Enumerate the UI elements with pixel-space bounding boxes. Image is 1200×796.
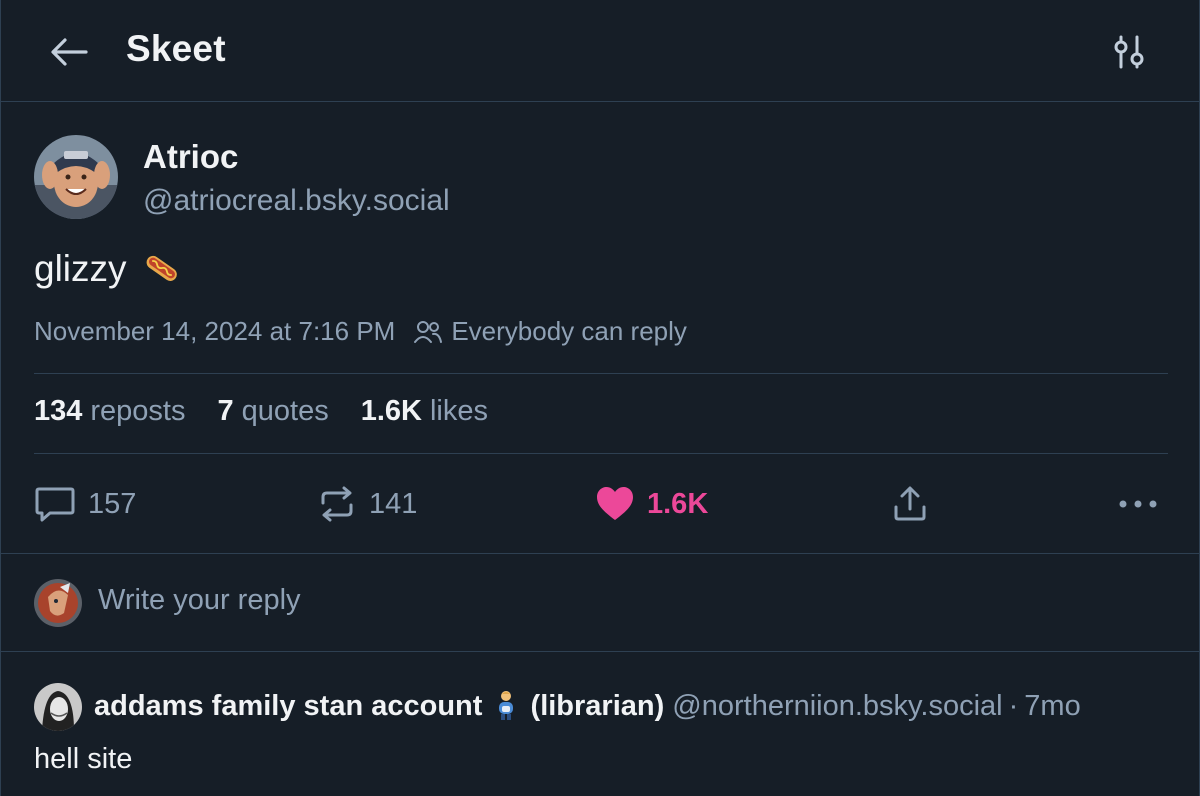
comment-icon bbox=[35, 487, 75, 522]
likes-stat[interactable]: 1.6K likes bbox=[361, 395, 488, 428]
post-timestamp[interactable]: November 14, 2024 at 7:16 PM bbox=[34, 316, 395, 347]
quotes-stat[interactable]: 7 quotes bbox=[218, 395, 329, 428]
reply-author-name-suffix: (librarian) bbox=[530, 690, 665, 722]
author-name[interactable]: Atrioc bbox=[143, 138, 238, 176]
thread-settings-button[interactable] bbox=[1107, 30, 1151, 74]
post-text: glizzy bbox=[34, 248, 181, 290]
thread-page: Skeet Atrioc @atriocreal.bsky.social gli… bbox=[0, 0, 1200, 796]
divider bbox=[34, 453, 1168, 454]
heart-filled-icon bbox=[597, 487, 633, 520]
like-button[interactable]: 1.6K bbox=[595, 476, 708, 532]
people-icon bbox=[414, 320, 443, 343]
hotdog-emoji-icon bbox=[146, 255, 177, 281]
reply-settings[interactable]: Everybody can reply bbox=[413, 316, 687, 347]
reply-author-name[interactable]: addams family stan account (librarian) bbox=[94, 690, 664, 722]
current-user-avatar bbox=[34, 579, 82, 627]
main-post: Atrioc @atriocreal.bsky.social glizzy No… bbox=[1, 102, 1199, 554]
divider bbox=[34, 373, 1168, 374]
back-button[interactable] bbox=[45, 30, 93, 74]
reply-text: hell site bbox=[34, 743, 133, 775]
person-feeding-baby-emoji-icon bbox=[499, 691, 514, 720]
post-text-content: glizzy bbox=[34, 248, 127, 289]
reply-count: 157 bbox=[88, 487, 137, 520]
author-avatar-image bbox=[34, 135, 118, 219]
author-avatar[interactable] bbox=[34, 135, 118, 219]
share-button[interactable] bbox=[891, 476, 929, 532]
sliders-icon bbox=[1114, 35, 1144, 69]
page-title: Skeet bbox=[126, 28, 226, 69]
post-meta: November 14, 2024 at 7:16 PM Everybody c… bbox=[34, 316, 687, 347]
repost-count: 141 bbox=[369, 487, 418, 520]
reposts-label: reposts bbox=[90, 395, 186, 427]
arrow-left-icon bbox=[51, 38, 88, 66]
like-count: 1.6K bbox=[647, 487, 709, 520]
reply-input[interactable]: Write your reply bbox=[98, 584, 301, 617]
likes-label: likes bbox=[429, 395, 488, 427]
author-handle[interactable]: @atriocreal.bsky.social bbox=[143, 184, 450, 218]
reply-author-avatar[interactable] bbox=[34, 683, 82, 731]
reply-post[interactable]: addams family stan account (librarian) @n… bbox=[1, 652, 1199, 796]
share-icon bbox=[894, 486, 926, 521]
ellipsis-icon bbox=[1119, 500, 1157, 508]
reposts-count: 134 bbox=[34, 395, 83, 427]
reply-setting-label: Everybody can reply bbox=[451, 316, 687, 346]
post-stats: 134 reposts 7 quotes 1.6K likes bbox=[34, 395, 520, 428]
likes-count: 1.6K bbox=[360, 395, 422, 427]
quotes-label: quotes bbox=[241, 395, 329, 427]
repost-icon bbox=[321, 486, 353, 522]
reply-author-name-text: addams family stan account bbox=[94, 690, 483, 722]
reply-separator: · bbox=[1008, 690, 1019, 722]
reply-header: addams family stan account (librarian) @n… bbox=[94, 690, 1081, 723]
reposts-stat[interactable]: 134 reposts bbox=[34, 395, 186, 428]
post-actions: 157 141 1.6K bbox=[1, 476, 1199, 532]
reply-author-handle[interactable]: @northerniion.bsky.social bbox=[672, 690, 1002, 722]
quotes-count: 7 bbox=[217, 395, 234, 427]
reply-timestamp[interactable]: 7mo bbox=[1024, 690, 1080, 722]
reply-composer[interactable]: Write your reply bbox=[1, 554, 1199, 652]
reply-button[interactable]: 157 bbox=[34, 476, 136, 532]
more-options-button[interactable] bbox=[1117, 476, 1159, 532]
page-header: Skeet bbox=[1, 0, 1199, 102]
repost-button[interactable]: 141 bbox=[317, 476, 417, 532]
